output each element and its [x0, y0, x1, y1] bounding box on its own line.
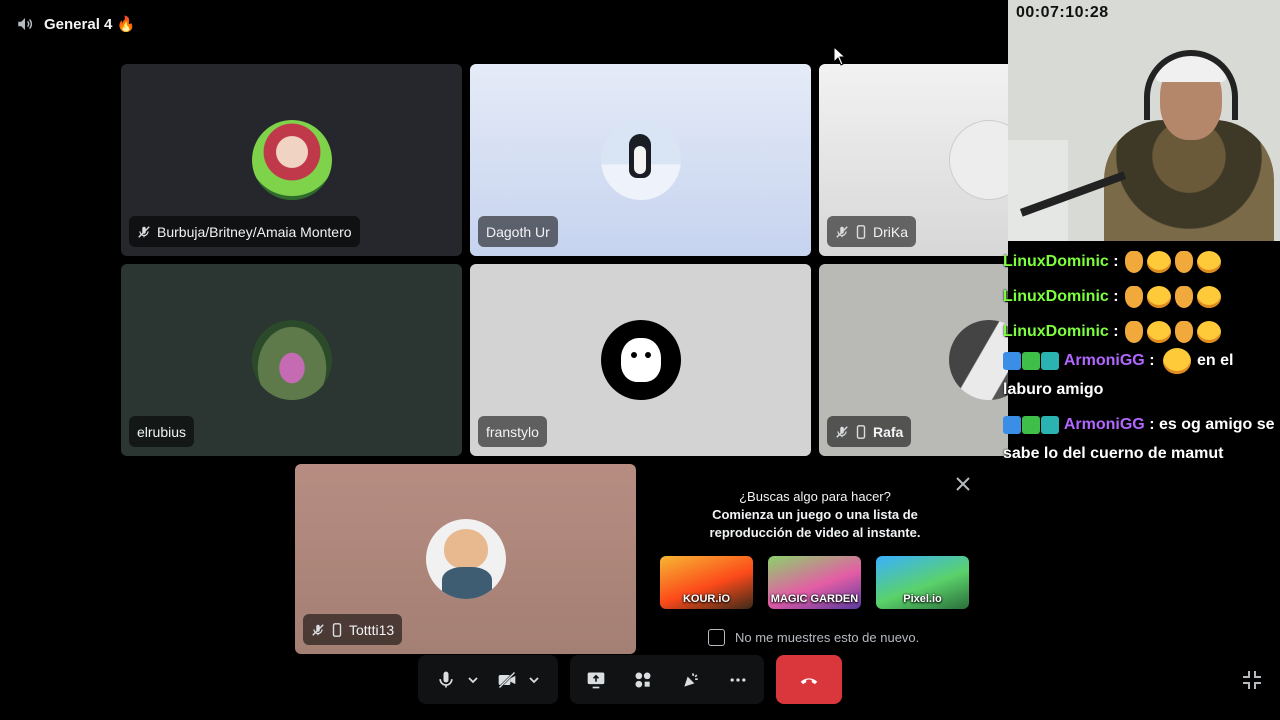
nameplate: Tottti13 [303, 614, 403, 645]
game-card-magic-garden[interactable]: MAGIC GARDEN [768, 556, 861, 609]
speaker-icon [16, 15, 34, 33]
game-card-pixel[interactable]: Pixel.io [876, 556, 969, 609]
chat-username: LinuxDominic [1003, 288, 1109, 305]
participant-name: DriKa [873, 223, 909, 240]
dismiss-checkbox[interactable]: No me muestres esto de nuevo. [708, 629, 919, 646]
participant-name: Tottti13 [349, 621, 395, 638]
hand-emoji [1125, 320, 1143, 343]
face-emoji [1147, 250, 1171, 273]
nameplate: Dagoth Ur [478, 216, 558, 247]
participant-tile[interactable]: DriKa [819, 64, 1008, 256]
face-emoji [1162, 347, 1191, 374]
avatar [600, 120, 681, 200]
face-emoji [1197, 285, 1221, 308]
screen-share-button[interactable] [580, 664, 612, 696]
avatar [251, 320, 332, 400]
fire-emoji: 🔥 [116, 16, 136, 33]
participant-tile[interactable]: franstylo [470, 264, 811, 456]
camera-off-button[interactable] [491, 664, 522, 696]
participant-name: Burbuja/Britney/Amaia Montero [157, 223, 352, 240]
mouse-cursor-icon [833, 45, 847, 71]
disconnect-button[interactable] [776, 655, 842, 704]
chat-message: LinuxDominic : [1003, 317, 1280, 346]
chat-username: LinuxDominic [1003, 323, 1109, 340]
channel-name[interactable]: General 4 🔥 [44, 15, 135, 33]
camera-options-chevron-icon[interactable] [522, 664, 546, 696]
mic-muted-icon [311, 623, 325, 637]
promo-heading: ¿Buscas algo para hacer? Comienza un jue… [709, 489, 921, 540]
microphone-button[interactable] [430, 664, 461, 696]
participant-tile[interactable]: Tottti13 [295, 464, 636, 654]
chat-message: ArmoniGG : es og amigo se sabe lo del cu… [1003, 415, 1275, 462]
nameplate: DriKa [827, 216, 917, 247]
voice-channel-header: General 4 🔥 [0, 0, 1010, 48]
mic-options-chevron-icon[interactable] [461, 664, 485, 696]
chat-username: ArmoniGG [1063, 416, 1145, 433]
dismiss-label: No me muestres esto de nuevo. [735, 630, 920, 645]
checkbox[interactable] [708, 629, 725, 646]
participant-name: Rafa [873, 423, 904, 440]
chat-username: ArmoniGG [1063, 352, 1145, 369]
chat-message: LinuxDominic : [1003, 282, 1280, 311]
participant-name: elrubius [137, 423, 187, 440]
participant-tile[interactable]: Burbuja/Britney/Amaia Montero [121, 64, 462, 256]
mobile-icon [855, 424, 867, 439]
stream-timer: 00:07:10:28 [1016, 4, 1109, 21]
hand-emoji [1175, 320, 1193, 343]
badge-icon [1041, 351, 1059, 370]
participant-tile[interactable]: Dagoth Ur [470, 64, 811, 256]
chat-username: LinuxDominic [1003, 253, 1109, 270]
avatar [600, 320, 681, 400]
avatar [949, 320, 1008, 400]
collapse-icon[interactable] [1240, 668, 1264, 692]
badge-icon [1003, 351, 1021, 370]
hand-emoji [1175, 250, 1193, 273]
mobile-icon [855, 224, 867, 239]
activity-controls [570, 655, 764, 704]
participant-tile[interactable]: Rafa [819, 264, 1008, 456]
streamer-webcam: 00:07:10:28 [1008, 0, 1280, 241]
face-emoji [1147, 285, 1171, 308]
nameplate: franstylo [478, 416, 547, 447]
face-emoji [1197, 320, 1221, 343]
participant-tile[interactable]: elrubius [121, 264, 462, 456]
badge-icon [1022, 351, 1040, 370]
mic-muted-icon [835, 225, 849, 239]
face-emoji [1197, 250, 1221, 273]
hand-emoji [1125, 285, 1143, 308]
activity-promo: ¿Buscas algo para hacer? Comienza un jue… [645, 464, 985, 654]
badge-icon [1003, 415, 1021, 434]
nameplate: Rafa [827, 416, 912, 447]
avatar [425, 519, 506, 599]
more-options-icon[interactable] [723, 664, 755, 696]
mobile-icon [331, 622, 343, 637]
avatar [251, 120, 332, 200]
nameplate: elrubius [129, 416, 195, 447]
participant-name: franstylo [486, 423, 539, 440]
avatar [949, 120, 1008, 200]
nameplate: Burbuja/Britney/Amaia Montero [129, 216, 360, 247]
face-emoji [1147, 320, 1171, 343]
hand-emoji [1125, 250, 1143, 273]
activities-button[interactable] [628, 664, 660, 696]
participant-name: Dagoth Ur [486, 223, 550, 240]
mic-muted-icon [835, 425, 849, 439]
soundboard-button[interactable] [675, 664, 707, 696]
chat-message: ArmoniGG : en el laburo amigo [1003, 346, 1280, 404]
game-card-kour[interactable]: KOUR.iO [660, 556, 753, 609]
hand-emoji [1175, 285, 1193, 308]
badge-icon [1022, 415, 1040, 434]
stream-chat: LinuxDominic : LinuxDominic : LinuxDomin… [1003, 248, 1280, 468]
audio-video-controls [418, 655, 558, 704]
badge-icon [1041, 415, 1059, 434]
game-list: KOUR.iO MAGIC GARDEN Pixel.io [660, 556, 969, 609]
chat-message: LinuxDominic : [1003, 247, 1280, 276]
mic-muted-icon [137, 225, 151, 239]
